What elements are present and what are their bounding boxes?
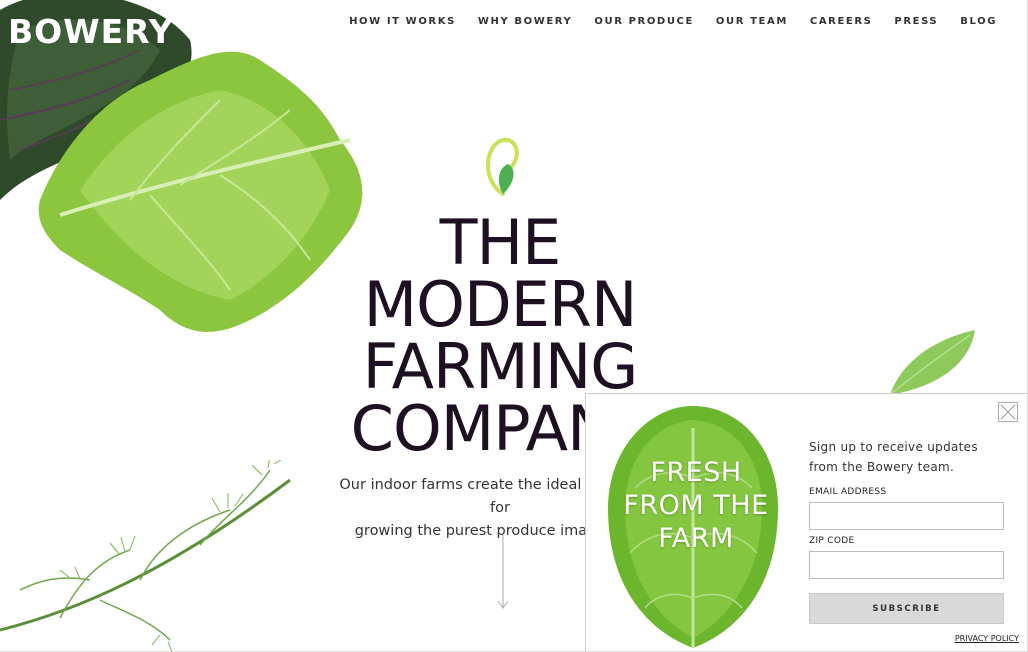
modal-message-line: Sign up to receive updates: [809, 440, 978, 454]
bowery-logo[interactable]: BOWERY: [8, 12, 174, 51]
leaf-text-line: FARM: [658, 523, 734, 554]
privacy-policy-link[interactable]: PRIVACY POLICY: [955, 634, 1019, 643]
modal-message-line: from the Bowery team.: [809, 460, 955, 474]
nav-press[interactable]: PRESS: [894, 16, 938, 27]
nav-our-produce[interactable]: OUR PRODUCE: [594, 16, 694, 27]
subscribe-button[interactable]: SUBSCRIBE: [809, 593, 1004, 624]
hero-title-line: MODERN: [363, 268, 638, 341]
hero-title-line: FARMING: [362, 330, 639, 403]
modal-message: Sign up to receive updates from the Bowe…: [809, 437, 1009, 477]
signup-modal: FRESH FROM THE FARM Sign up to receive u…: [585, 393, 1027, 651]
main-nav: HOW IT WORKS WHY BOWERY OUR PRODUCE OUR …: [349, 16, 997, 27]
zip-label: ZIP CODE: [809, 536, 855, 546]
dill-herb-image: [0, 460, 291, 651]
email-field[interactable]: [809, 502, 1004, 530]
down-arrow-icon[interactable]: [497, 535, 509, 611]
nav-careers[interactable]: CAREERS: [810, 16, 873, 27]
hero-title-line: THE: [439, 206, 562, 279]
seed-logo-icon: [486, 137, 519, 196]
leaf-text-line: FRESH: [650, 457, 742, 488]
nav-blog[interactable]: BLOG: [960, 16, 997, 27]
modal-leaf-text: FRESH FROM THE FARM: [606, 456, 786, 555]
leaf-text-line: FROM THE: [623, 490, 769, 521]
page: BOWERY HOW IT WORKS WHY BOWERY OUR PRODU…: [0, 0, 1028, 652]
close-icon[interactable]: [998, 402, 1018, 422]
nav-how-it-works[interactable]: HOW IT WORKS: [349, 16, 456, 27]
zip-code-field[interactable]: [809, 551, 1004, 579]
nav-our-team[interactable]: OUR TEAM: [716, 16, 788, 27]
email-label: EMAIL ADDRESS: [809, 487, 887, 497]
nav-why-bowery[interactable]: WHY BOWERY: [478, 16, 573, 27]
basil-leaf-image: [890, 330, 975, 395]
